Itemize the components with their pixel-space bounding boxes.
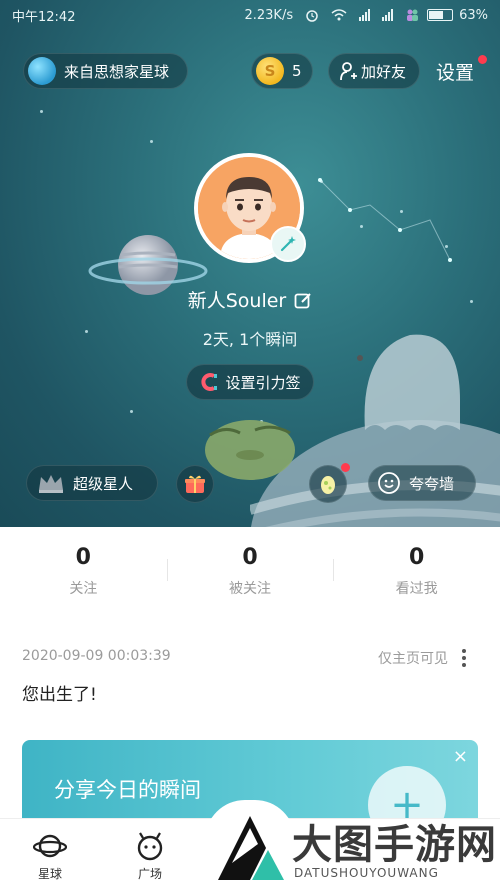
post-visibility: 仅主页可见 <box>378 651 448 667</box>
site-watermark: 大图手游网 DATUSHOUYOUWANG <box>210 808 500 889</box>
settings-label: 设置 <box>436 62 475 84</box>
gift-button[interactable] <box>176 465 214 503</box>
profile-name-row[interactable]: 新人Souler <box>0 286 500 313</box>
magic-wand-icon <box>280 236 296 252</box>
square-nav-icon <box>137 832 163 861</box>
star <box>130 410 133 413</box>
status-bar: 中午12:42 2.23K/s 63% <box>0 0 500 30</box>
post-timestamp: 2020-09-09 00:03:39 <box>22 648 171 664</box>
add-friend-icon <box>340 62 357 81</box>
nav-label: 广场 <box>137 867 162 881</box>
star <box>40 110 43 113</box>
coin-balance-button[interactable]: S 5 <box>251 53 313 89</box>
share-card-title: 分享今日的瞬间 <box>54 778 201 802</box>
magnet-icon <box>201 373 218 391</box>
wifi-icon <box>331 9 347 21</box>
stat-following[interactable]: 0 关注 <box>0 527 167 613</box>
settings-button[interactable]: 设置 <box>436 58 474 85</box>
add-friend-label: 加好友 <box>361 62 407 81</box>
stat-value: 0 <box>242 545 258 570</box>
coin-icon: S <box>256 57 284 85</box>
more-options-icon[interactable] <box>462 649 466 667</box>
signal-icon <box>382 9 394 21</box>
green-creature-decoration <box>205 420 295 480</box>
stat-label: 关注 <box>69 581 98 597</box>
close-icon[interactable]: × <box>453 746 468 767</box>
nav-item-planet[interactable]: 星球 <box>0 819 100 889</box>
gravity-tag-button[interactable]: 设置引力签 <box>186 364 314 400</box>
coin-count: 5 <box>292 62 302 80</box>
network-speed: 2.23K/s <box>244 7 294 23</box>
constellation-decoration <box>318 178 452 262</box>
gift-icon <box>185 475 205 493</box>
people-icon <box>407 9 419 21</box>
battery-icon <box>427 9 454 21</box>
watermark-logo-icon <box>218 816 284 880</box>
praise-wall-button[interactable]: 夸夸墙 <box>368 465 476 501</box>
battery-percent: 63% <box>459 7 488 23</box>
crown-icon <box>39 475 63 493</box>
edit-icon <box>294 292 311 308</box>
planet-nav-icon <box>33 834 67 858</box>
planet-origin-label: 来自思想家星球 <box>64 62 170 81</box>
post-text: 您出生了! <box>22 685 97 705</box>
add-friend-button[interactable]: 加好友 <box>328 53 420 89</box>
egg-button[interactable] <box>309 465 347 503</box>
egg-icon <box>321 476 335 494</box>
stat-followers[interactable]: 0 被关注 <box>166 527 334 613</box>
star <box>150 140 153 143</box>
post-meta: 2020-09-09 00:03:39 仅主页可见 <box>22 648 478 668</box>
profile-name: 新人Souler <box>187 290 287 312</box>
settings-notification-dot <box>478 55 487 64</box>
planet-icon <box>28 57 56 85</box>
watermark-subtitle: DATUSHOUYOUWANG <box>294 866 439 880</box>
planet-origin-button[interactable]: 来自思想家星球 <box>23 53 188 89</box>
stat-visitors[interactable]: 0 看过我 <box>333 527 500 613</box>
nav-label: 星球 <box>37 867 62 881</box>
super-star-button[interactable]: 超级星人 <box>26 465 158 501</box>
stat-value: 0 <box>409 545 425 570</box>
stat-label: 被关注 <box>229 581 271 597</box>
avatar-edit-button[interactable] <box>270 226 306 262</box>
alarm-icon <box>306 10 318 22</box>
praise-wall-label: 夸夸墙 <box>409 474 455 493</box>
profile-stats: 0 关注 0 被关注 0 看过我 <box>0 527 500 613</box>
watermark-title: 大图手游网 <box>292 821 497 868</box>
profile-hero: 中午12:42 2.23K/s 63% 来自思想家星球 S 5 加好友 设置 新… <box>0 0 500 527</box>
super-star-label: 超级星人 <box>73 474 134 493</box>
signal-icon <box>359 9 371 21</box>
status-time: 中午12:42 <box>12 9 76 25</box>
stat-label: 看过我 <box>395 581 438 597</box>
gravity-tag-label: 设置引力签 <box>225 373 301 392</box>
egg-notification-dot <box>341 463 350 472</box>
stat-value: 0 <box>75 545 91 570</box>
smile-icon <box>378 472 400 494</box>
days-and-moments: 2天, 1个瞬间 <box>202 330 298 349</box>
nav-item-square[interactable]: 广场 <box>100 819 200 889</box>
